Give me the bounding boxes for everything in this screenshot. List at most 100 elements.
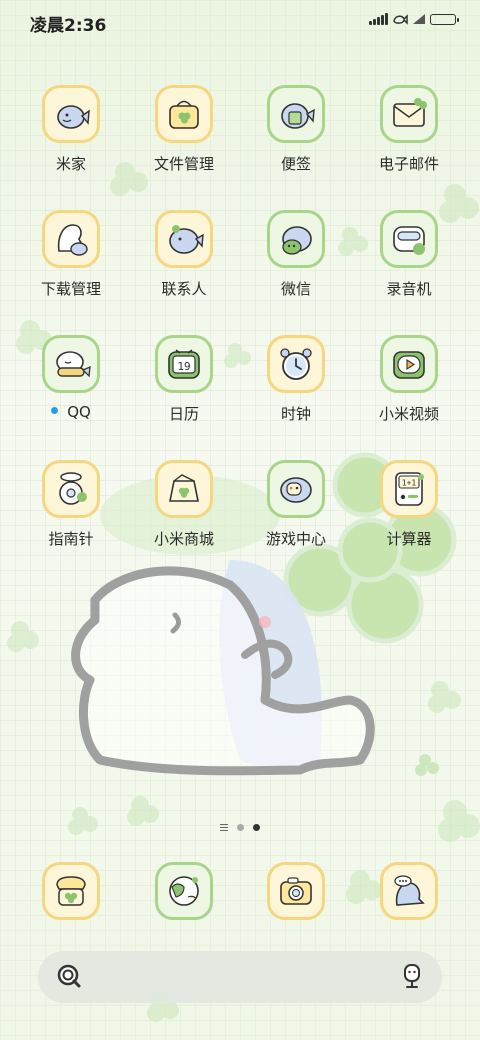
app-icon-tile[interactable] [267,862,325,920]
app-label: 时钟 [240,403,352,424]
video-tv-icon [393,351,425,379]
app-label-text: 日历 [168,405,199,423]
recorder-icon [393,226,425,255]
app-label-text: 计算器 [386,530,432,548]
app-11[interactable]: 小米视频 [353,335,465,424]
phone-clover-icon [56,876,86,906]
compass-scale-icon [59,472,87,505]
app-label: 小米商城 [128,528,240,549]
app-icon-tile[interactable] [155,85,213,143]
app-label-text: 下载管理 [40,280,101,298]
app-label: 日历 [128,403,240,424]
app-icon-tile[interactable] [42,862,100,920]
fish-status-icon [393,14,408,25]
app-icon-tile[interactable]: 1+1 [380,460,438,518]
app-10[interactable]: 时钟 [240,335,352,424]
page-indicator[interactable] [0,824,480,831]
mic-icon[interactable] [400,963,424,991]
app-icon-tile[interactable] [42,460,100,518]
dock-app-0[interactable] [15,862,127,920]
app-label-text: 便签 [280,155,311,173]
app-icon-tile[interactable] [267,85,325,143]
app-label: 小米视频 [353,403,465,424]
app-0[interactable]: 米家 [15,85,127,174]
app-label: 米家 [15,153,127,174]
app-15[interactable]: 1+1 计算器 [353,460,465,549]
app-icon-tile[interactable]: 19 [155,335,213,393]
app-label: 便签 [240,153,352,174]
app-icon-tile[interactable] [42,210,100,268]
app-13[interactable]: 小米商城 [128,460,240,549]
app-1[interactable]: 文件管理 [128,85,240,174]
browser-globe-icon [169,876,199,906]
app-icon-tile[interactable] [380,210,438,268]
app-label-text: 文件管理 [153,155,214,173]
app-8[interactable]: QQ [15,335,127,421]
app-icon-tile[interactable] [42,335,100,393]
app-label: 电子邮件 [353,153,465,174]
camera-icon [280,877,312,905]
app-6[interactable]: 微信 [240,210,352,299]
fish-chat-icon [282,226,312,255]
fish-contact-icon [169,225,204,254]
dock-app-3[interactable] [353,862,465,920]
app-icon-tile[interactable] [380,85,438,143]
shop-bag-icon [169,474,199,502]
battery-icon [430,13,459,25]
app-icon-tile[interactable] [155,460,213,518]
app-9[interactable]: 19 日历 [128,335,240,424]
app-label-text: 指南针 [48,530,94,548]
app-icon-tile[interactable] [267,335,325,393]
app-7[interactable]: 录音机 [353,210,465,299]
app-label: 文件管理 [128,153,240,174]
app-icon-tile[interactable] [380,862,438,920]
app-14[interactable]: 游戏中心 [240,460,352,549]
app-label-text: QQ [67,403,91,421]
app-label: 计算器 [353,528,465,549]
search-bar[interactable] [38,951,442,1003]
dock-app-2[interactable] [240,862,352,920]
app-icon-tile[interactable] [380,335,438,393]
app-5[interactable]: 联系人 [128,210,240,299]
fish-mascot-icon [57,105,90,129]
app-label: 微信 [240,278,352,299]
calculator-display: 1+1 [402,479,417,488]
app-3[interactable]: 电子邮件 [353,85,465,174]
app-icon-tile[interactable] [267,460,325,518]
app-label-text: 小米商城 [153,530,214,548]
app-label: 联系人 [128,278,240,299]
page-dot-2[interactable] [253,824,260,831]
page-dot-1[interactable] [237,824,244,831]
mail-clover-icon [393,98,427,127]
status-icons [369,13,459,25]
app-icon-tile[interactable] [267,210,325,268]
download-ghost-icon [57,224,88,256]
app-2[interactable]: 便签 [240,85,352,174]
app-label: 录音机 [353,278,465,299]
app-label-text: 联系人 [161,280,207,298]
app-label: QQ [15,403,127,421]
status-time: 凌晨2:36 [30,16,107,36]
fish-note-icon [281,103,315,129]
search-icon[interactable] [56,963,82,989]
calendar-day: 19 [177,360,190,373]
app-label-text: 时钟 [280,405,311,423]
calendar-tv-icon: 19 [168,349,200,379]
app-icon-tile[interactable] [42,85,100,143]
clover-bag-icon [169,100,199,129]
dock-app-1[interactable] [128,862,240,920]
app-label-text: 米家 [55,155,86,173]
app-icon-tile[interactable] [155,862,213,920]
calculator-icon: 1+1 [395,472,424,506]
signal-icon [369,13,388,25]
app-12[interactable]: 指南针 [15,460,127,549]
fish-scarf-icon [56,351,91,378]
status-bar: 凌晨2:36 [0,0,480,44]
app-list-icon[interactable] [220,824,228,831]
message-ghost-icon [394,875,425,906]
app-label-text: 电子邮件 [378,155,439,173]
app-icon-tile[interactable] [155,210,213,268]
app-label-text: 微信 [280,280,311,298]
app-label-text: 录音机 [386,280,432,298]
app-4[interactable]: 下载管理 [15,210,127,299]
